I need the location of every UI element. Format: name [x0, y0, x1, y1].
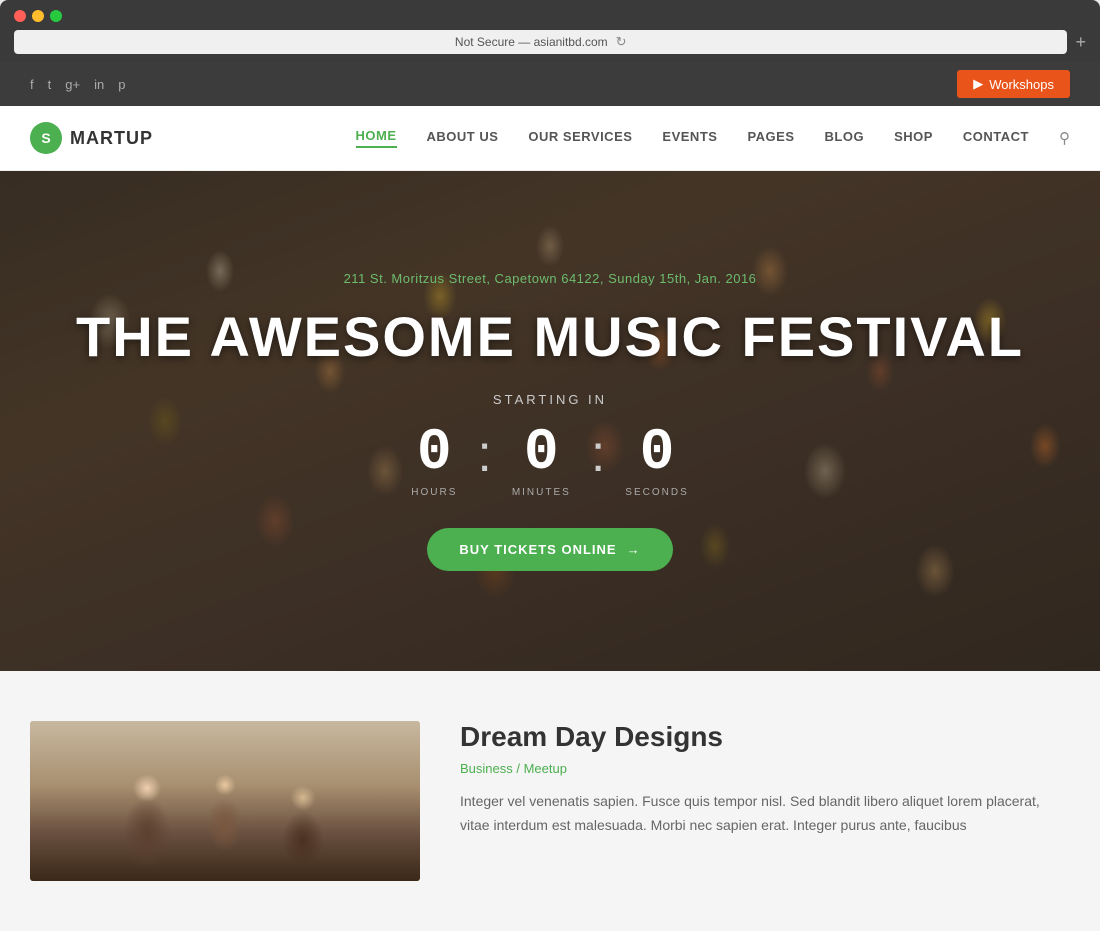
hours-value: 0: [411, 425, 457, 483]
seconds-label: SECONDS: [625, 487, 688, 498]
search-icon[interactable]: ⚲: [1059, 129, 1070, 147]
hero-starting-label: STARTING IN: [76, 392, 1024, 407]
countdown-minutes-block: 0 MINUTES: [492, 425, 591, 498]
minutes-value: 0: [512, 425, 571, 483]
browser-dots: [14, 10, 1086, 22]
buy-tickets-arrow-icon: →: [627, 542, 641, 557]
facebook-icon[interactable]: f: [30, 77, 34, 92]
address-text: Not Secure — asianitbd.com: [455, 35, 608, 49]
nav-pages[interactable]: PAGES: [747, 129, 794, 147]
close-dot[interactable]: [14, 10, 26, 22]
hero-section: 211 St. Moritzus Street, Capetown 64122,…: [0, 171, 1100, 671]
workshops-button[interactable]: ▶ Workshops: [957, 70, 1070, 98]
website-content: f t g+ in p ▶ Workshops S MARTUP HOME AB…: [0, 62, 1100, 931]
social-icons: f t g+ in p: [30, 77, 125, 92]
nav-bar: S MARTUP HOME ABOUT US OUR SERVICES EVEN…: [0, 106, 1100, 171]
minimize-dot[interactable]: [32, 10, 44, 22]
logo-text: MARTUP: [70, 128, 153, 149]
minutes-label: MINUTES: [512, 487, 571, 498]
workshops-arrow-icon: ▶: [973, 76, 983, 92]
nav-blog[interactable]: BLOG: [825, 129, 865, 147]
browser-toolbar: Not Secure — asianitbd.com ↻ +: [14, 30, 1086, 62]
nav-about[interactable]: ABOUT US: [427, 129, 499, 147]
buy-tickets-button[interactable]: BUY TICKETS ONLINE →: [427, 528, 672, 571]
image-people: [30, 721, 420, 881]
twitter-icon[interactable]: t: [48, 77, 52, 92]
countdown: 0 HOURS : 0 MINUTES : 0 SECONDS: [76, 425, 1024, 498]
workshops-label: Workshops: [989, 77, 1054, 92]
hero-address: 211 St. Moritzus Street, Capetown 64122,…: [76, 271, 1024, 286]
countdown-seconds-block: 0 SECONDS: [605, 425, 708, 498]
logo[interactable]: S MARTUP: [30, 122, 153, 154]
hours-label: HOURS: [411, 487, 457, 498]
logo-letter: S: [41, 130, 50, 146]
logo-icon: S: [30, 122, 62, 154]
new-tab-button[interactable]: +: [1075, 32, 1086, 53]
countdown-hours-block: 0 HOURS: [391, 425, 477, 498]
nav-services[interactable]: OUR SERVICES: [528, 129, 632, 147]
maximize-dot[interactable]: [50, 10, 62, 22]
pinterest-icon[interactable]: p: [118, 77, 125, 92]
content-title: Dream Day Designs: [460, 721, 1070, 753]
separator-2: :: [591, 425, 605, 480]
seconds-value: 0: [625, 425, 688, 483]
nav-contact[interactable]: CONTACT: [963, 129, 1029, 147]
content-body: Integer vel venenatis sapien. Fusce quis…: [460, 790, 1070, 838]
linkedin-icon[interactable]: in: [94, 77, 104, 92]
googleplus-icon[interactable]: g+: [65, 77, 80, 92]
content-section: Dream Day Designs Business / Meetup Inte…: [0, 671, 1100, 931]
hero-title: THE AWESOME MUSIC FESTIVAL: [76, 306, 1024, 368]
nav-shop[interactable]: SHOP: [894, 129, 933, 147]
refresh-icon[interactable]: ↻: [616, 34, 627, 50]
nav-home[interactable]: HOME: [356, 128, 397, 148]
nav-events[interactable]: EVENTS: [662, 129, 717, 147]
separator-1: :: [477, 425, 491, 480]
content-image: [30, 721, 420, 881]
nav-links: HOME ABOUT US OUR SERVICES EVENTS PAGES …: [356, 128, 1070, 148]
browser-window: Not Secure — asianitbd.com ↻ +: [0, 0, 1100, 62]
address-bar[interactable]: Not Secure — asianitbd.com ↻: [14, 30, 1067, 54]
hero-content: 211 St. Moritzus Street, Capetown 64122,…: [56, 251, 1044, 592]
content-text: Dream Day Designs Business / Meetup Inte…: [460, 721, 1070, 881]
buy-tickets-label: BUY TICKETS ONLINE: [459, 542, 616, 557]
top-bar: f t g+ in p ▶ Workshops: [0, 62, 1100, 106]
content-category: Business / Meetup: [460, 761, 1070, 776]
